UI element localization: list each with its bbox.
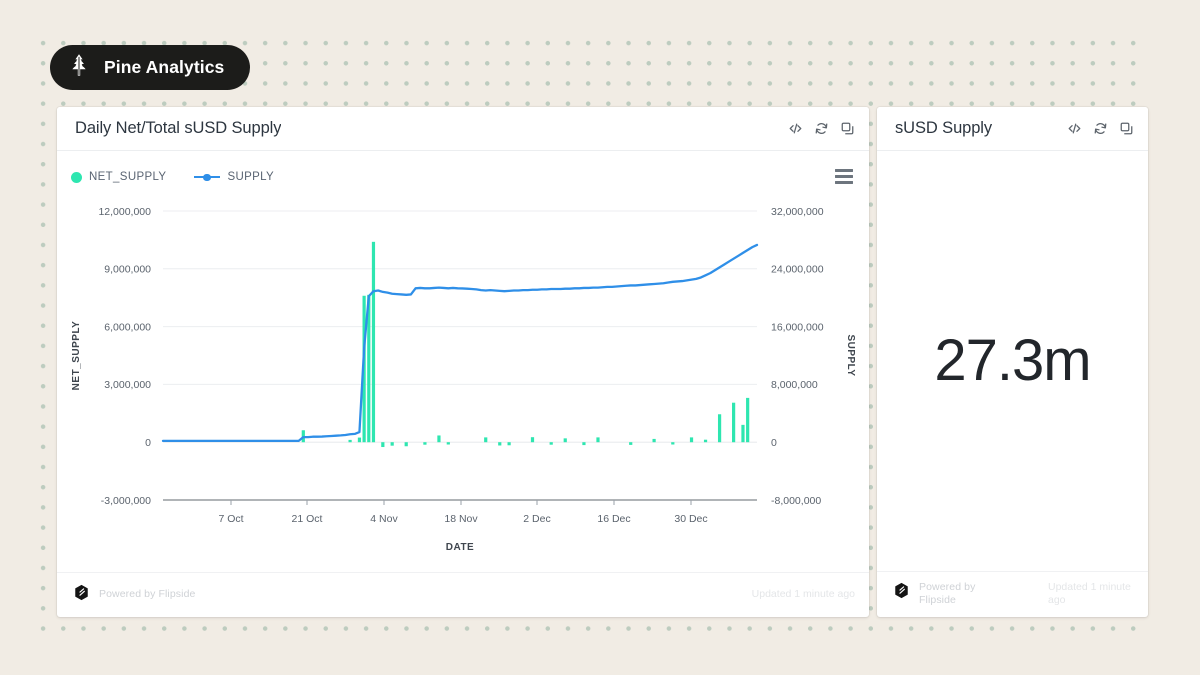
right-axis-tick-label: 32,000,000 <box>771 206 824 218</box>
powered-by-label: Powered by Flipside <box>99 588 196 601</box>
left-axis-tick-label: 12,000,000 <box>98 206 151 218</box>
x-axis-tick-label: 7 Oct <box>218 513 243 525</box>
right-axis-tick-label: -8,000,000 <box>771 495 821 507</box>
right-axis-title: SUPPLY <box>845 334 856 376</box>
net-supply-bars <box>301 241 750 448</box>
supply-line <box>161 243 759 443</box>
kpi-title: sUSD Supply <box>895 119 993 137</box>
chart-card: Daily Net/Total sUSD Supply NET_SUPPLY S… <box>57 107 869 617</box>
chart-card-header: Daily Net/Total sUSD Supply <box>57 107 869 151</box>
legend-item-supply[interactable]: SUPPLY <box>194 171 274 183</box>
x-axis-tick-label: 4 Nov <box>370 513 398 525</box>
code-icon[interactable] <box>1067 121 1082 136</box>
chart-title: Daily Net/Total sUSD Supply <box>75 119 282 137</box>
x-axis-title: DATE <box>446 542 474 553</box>
brand-name: Pine Analytics <box>104 57 225 77</box>
brand-logo-pill[interactable]: Pine Analytics <box>50 45 251 90</box>
left-axis-tick-label: 6,000,000 <box>104 321 151 333</box>
updated-timestamp: Updated 1 minute ago <box>751 588 855 601</box>
kpi-card-body: 27.3m <box>877 151 1148 571</box>
kpi-card-footer: Powered by Flipside Updated 1 minute ago <box>877 571 1148 617</box>
powered-by-label: Powered by Flipside <box>919 581 976 607</box>
x-axis-tick-label: 18 Nov <box>444 513 478 525</box>
legend-item-net-supply[interactable]: NET_SUPPLY <box>71 171 166 183</box>
hamburger-menu-icon[interactable] <box>835 169 853 184</box>
chart-card-body: NET_SUPPLY SUPPLY 12,000,000 9,000,000 6,0… <box>57 151 869 572</box>
pine-tree-icon <box>68 53 90 82</box>
kpi-value-wrapper: 27.3m <box>877 151 1148 571</box>
updated-timestamp: Updated 1 minute ago <box>1048 581 1131 607</box>
kpi-header-actions <box>1067 121 1134 136</box>
right-axis-tick-label: 24,000,000 <box>771 264 824 276</box>
legend-label-net-supply: NET_SUPPLY <box>89 171 167 183</box>
flipside-logo-icon <box>73 584 90 606</box>
copy-icon[interactable] <box>1119 121 1134 136</box>
left-axis-tick-label: 0 <box>145 437 151 449</box>
code-icon[interactable] <box>788 121 803 136</box>
x-axis-tick-label: 16 Dec <box>597 513 630 525</box>
kpi-card: sUSD Supply 27.3m Powered by Flipside Up… <box>877 107 1148 617</box>
refresh-icon[interactable] <box>1093 121 1108 136</box>
kpi-value: 27.3m <box>934 328 1091 393</box>
copy-icon[interactable] <box>840 121 855 136</box>
legend-swatch-net-supply <box>71 171 82 183</box>
chart-card-footer: Powered by Flipside Updated 1 minute ago <box>57 572 869 617</box>
chart-legend: NET_SUPPLY SUPPLY <box>71 171 274 183</box>
left-axis-tick-label: 9,000,000 <box>104 264 151 276</box>
flipside-logo-icon <box>893 582 910 604</box>
chart-plot-area[interactable]: 12,000,000 9,000,000 6,000,000 3,000,000 0 -3… <box>57 151 869 572</box>
right-axis-tick-label: 16,000,000 <box>771 321 824 333</box>
kpi-card-header: sUSD Supply <box>877 107 1148 151</box>
legend-swatch-supply <box>194 172 221 183</box>
right-axis-tick-label: 8,000,000 <box>771 379 818 391</box>
x-axis-tick-label: 30 Dec <box>674 513 707 525</box>
left-axis-title: NET_SUPPLY <box>71 321 82 391</box>
left-axis-tick-label: 3,000,000 <box>104 379 151 391</box>
chart-svg: 12,000,000 9,000,000 6,000,000 3,000,000 0 -3… <box>71 206 856 553</box>
x-axis-tick-label: 21 Oct <box>292 513 323 525</box>
right-axis-tick-label: 0 <box>771 437 777 449</box>
chart-header-actions <box>788 121 855 136</box>
legend-label-supply: SUPPLY <box>227 171 275 183</box>
refresh-icon[interactable] <box>814 121 829 136</box>
x-axis-tick-label: 2 Dec <box>523 513 550 525</box>
left-axis-tick-label: -3,000,000 <box>101 495 151 507</box>
